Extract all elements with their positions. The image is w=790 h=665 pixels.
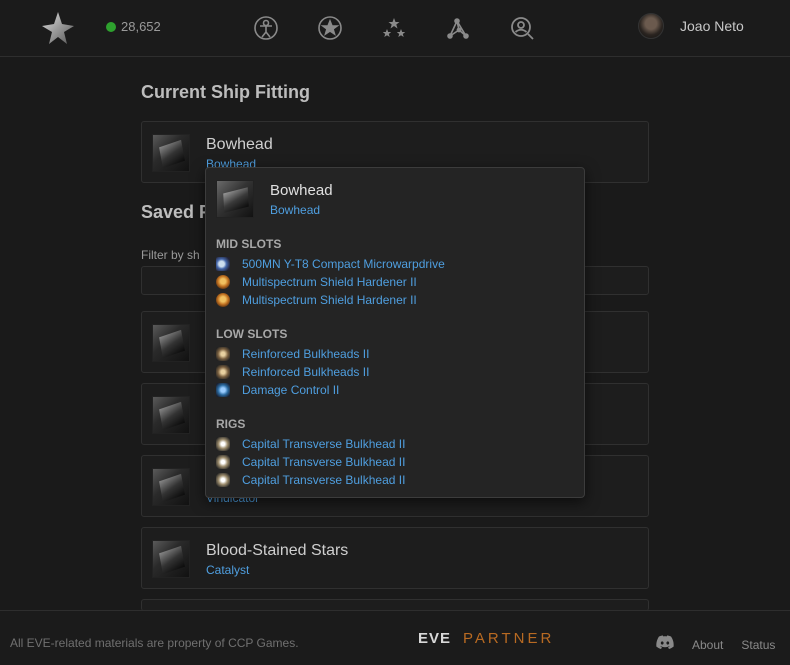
footer-links: About Status (656, 635, 775, 654)
copyright-text: All EVE-related materials are property o… (10, 636, 299, 650)
isk-balance[interactable]: 28,652 (106, 19, 161, 34)
ship-name: Bowhead (206, 136, 273, 153)
ship-type-link[interactable]: Catalyst (206, 563, 249, 577)
about-link[interactable]: About (692, 638, 723, 652)
online-status-dot (106, 21, 116, 32)
module-name: Reinforced Bulkheads II (242, 347, 370, 361)
rig-icon (216, 473, 230, 487)
module-name: Damage Control II (242, 383, 340, 397)
top-navbar: 28,652 Joao Neto (0, 0, 790, 57)
module-item[interactable]: Multispectrum Shield Hardener II (216, 273, 417, 291)
ship-thumbnail (216, 180, 254, 218)
saved-fitting-card[interactable]: Blood-Stained Stars Catalyst (141, 527, 649, 589)
damage-control-icon (216, 383, 230, 397)
tooltip-ship-name: Bowhead (270, 182, 333, 199)
low-slots-header: LOW SLOTS (216, 327, 288, 341)
ship-thumbnail (152, 324, 190, 362)
module-item[interactable]: Capital Transverse Bulkhead II (216, 471, 405, 489)
module-name: Reinforced Bulkheads II (242, 365, 370, 379)
fitting-tooltip: Bowhead Bowhead MID SLOTS 500MN Y-T8 Com… (205, 167, 585, 498)
saved-fittings-title: Saved F (141, 202, 211, 222)
ship-name: Blood-Stained Stars (206, 542, 349, 559)
partner-text: PARTNER (463, 630, 555, 647)
filter-label: Filter by sh (141, 248, 200, 262)
module-name: Capital Transverse Bulkhead II (242, 455, 406, 469)
ship-thumbnail (152, 396, 190, 434)
user-menu[interactable]: Joao Neto (638, 13, 744, 39)
module-item[interactable]: Capital Transverse Bulkhead II (216, 453, 405, 471)
ship-thumbnail (152, 134, 190, 172)
module-item[interactable]: Reinforced Bulkheads II (216, 345, 369, 363)
rigs-header: RIGS (216, 417, 246, 431)
rig-icon (216, 437, 230, 451)
module-name: Capital Transverse Bulkhead II (242, 437, 406, 451)
mid-slots-header: MID SLOTS (216, 237, 282, 251)
eve-online-logo: EVE (418, 630, 452, 647)
module-item[interactable]: Multispectrum Shield Hardener II (216, 291, 417, 309)
module-name: Multispectrum Shield Hardener II (242, 293, 417, 307)
module-item[interactable]: Reinforced Bulkheads II (216, 363, 369, 381)
nav-icon-bar (250, 13, 538, 43)
discord-icon[interactable] (656, 635, 674, 654)
footer: All EVE-related materials are property o… (0, 610, 790, 665)
eve-logo-icon[interactable] (40, 10, 76, 46)
ship-thumbnail (152, 540, 190, 578)
shield-hardener-icon (216, 275, 230, 289)
bulkhead-icon (216, 365, 230, 379)
bulkhead-icon (216, 347, 230, 361)
module-name: Multispectrum Shield Hardener II (242, 275, 417, 289)
ship-thumbnail (152, 468, 190, 506)
shield-hardener-icon (216, 293, 230, 307)
eve-partner-badge: EVE PARTNER (418, 630, 554, 647)
character-icon[interactable] (250, 13, 282, 43)
module-item[interactable]: Capital Transverse Bulkhead II (216, 435, 405, 453)
isk-balance-value: 28,652 (121, 19, 161, 34)
module-item[interactable]: 500MN Y-T8 Compact Microwarpdrive (216, 255, 445, 273)
status-link[interactable]: Status (741, 638, 775, 652)
current-fitting-title: Current Ship Fitting (141, 82, 310, 102)
user-name: Joao Neto (680, 18, 744, 34)
module-name: Capital Transverse Bulkhead II (242, 473, 406, 487)
medal-icon[interactable] (314, 13, 346, 43)
microwarpdrive-icon (216, 257, 230, 271)
module-item[interactable]: Damage Control II (216, 381, 339, 399)
rig-icon (216, 455, 230, 469)
avatar (638, 13, 664, 39)
tooltip-ship-type-link[interactable]: Bowhead (270, 203, 320, 217)
stars-icon[interactable] (378, 13, 410, 43)
search-icon[interactable] (506, 13, 538, 43)
module-name: 500MN Y-T8 Compact Microwarpdrive (242, 257, 445, 271)
network-icon[interactable] (442, 13, 474, 43)
